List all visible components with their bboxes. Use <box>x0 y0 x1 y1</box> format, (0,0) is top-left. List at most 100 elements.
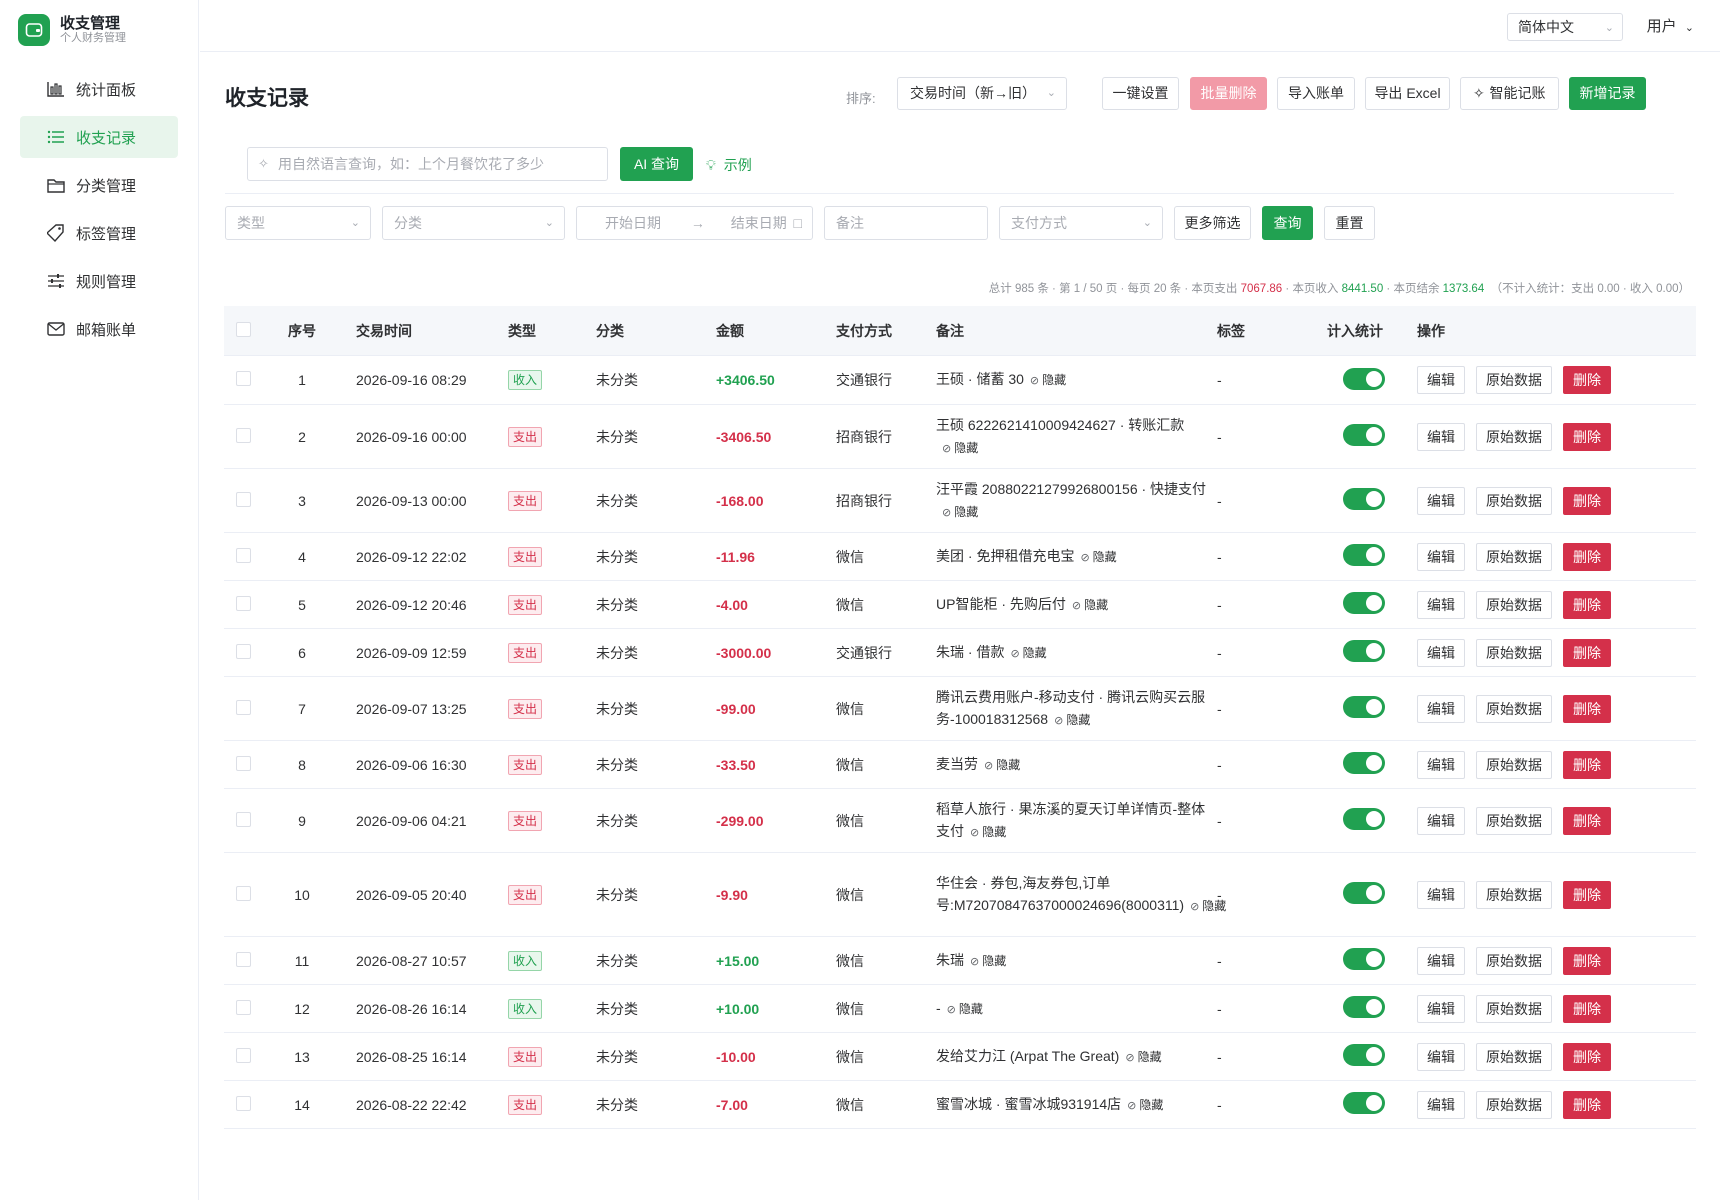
hide-toggle[interactable]: ⊘ 隐藏 <box>1125 1050 1161 1064</box>
delete-button[interactable]: 删除 <box>1563 750 1611 779</box>
category-filter-select[interactable]: 分类 ⌄ <box>382 206 565 240</box>
row-checkbox[interactable] <box>236 755 251 771</box>
raw-data-button[interactable]: 原始数据 <box>1476 1090 1552 1119</box>
include-stat-switch[interactable] <box>1343 424 1385 446</box>
row-checkbox[interactable] <box>236 951 251 967</box>
delete-button[interactable]: 删除 <box>1563 422 1611 451</box>
delete-button[interactable]: 删除 <box>1563 638 1611 667</box>
delete-button[interactable]: 删除 <box>1563 486 1611 515</box>
hide-toggle[interactable]: ⊘ 隐藏 <box>1072 598 1108 612</box>
example-link[interactable]: 💡︎ 示例 <box>706 155 752 175</box>
edit-button[interactable]: 编辑 <box>1417 1090 1465 1119</box>
ai-query-button[interactable]: AI 查询 <box>620 147 693 181</box>
include-stat-switch[interactable] <box>1343 996 1385 1018</box>
raw-data-button[interactable]: 原始数据 <box>1476 638 1552 667</box>
hide-toggle[interactable]: ⊘ 隐藏 <box>1030 373 1066 387</box>
include-stat-switch[interactable] <box>1343 592 1385 614</box>
edit-button[interactable]: 编辑 <box>1417 946 1465 975</box>
hide-toggle[interactable]: ⊘ 隐藏 <box>947 1002 983 1016</box>
include-stat-switch[interactable] <box>1343 640 1385 662</box>
edit-button[interactable]: 编辑 <box>1417 806 1465 835</box>
delete-button[interactable]: 删除 <box>1563 694 1611 723</box>
smart-bookkeeping-button[interactable]: ✧ 智能记账 <box>1460 77 1559 110</box>
delete-button[interactable]: 删除 <box>1563 1042 1611 1071</box>
include-stat-switch[interactable] <box>1343 544 1385 566</box>
export-excel-button[interactable]: 导出 Excel <box>1365 77 1450 110</box>
edit-button[interactable]: 编辑 <box>1417 880 1465 909</box>
hide-toggle[interactable]: ⊘ 隐藏 <box>1010 646 1046 660</box>
sidebar-item-categories[interactable]: 分类管理 <box>20 164 178 206</box>
hide-toggle[interactable]: ⊘ 隐藏 <box>970 825 1006 839</box>
date-range-picker[interactable]: 开始日期 → 结束日期 □ <box>576 206 813 240</box>
raw-data-button[interactable]: 原始数据 <box>1476 994 1552 1023</box>
hide-toggle[interactable]: ⊘ 隐藏 <box>942 505 978 519</box>
import-bill-button[interactable]: 导入账单 <box>1277 77 1355 110</box>
include-stat-switch[interactable] <box>1343 1092 1385 1114</box>
row-checkbox[interactable] <box>236 885 251 901</box>
row-checkbox[interactable] <box>236 427 251 443</box>
edit-button[interactable]: 编辑 <box>1417 994 1465 1023</box>
row-checkbox[interactable] <box>236 1095 251 1111</box>
include-stat-switch[interactable] <box>1343 1044 1385 1066</box>
edit-button[interactable]: 编辑 <box>1417 694 1465 723</box>
edit-button[interactable]: 编辑 <box>1417 366 1465 394</box>
row-checkbox[interactable] <box>236 1047 251 1063</box>
include-stat-switch[interactable] <box>1343 752 1385 774</box>
raw-data-button[interactable]: 原始数据 <box>1476 880 1552 909</box>
raw-data-button[interactable]: 原始数据 <box>1476 486 1552 515</box>
sidebar-item-tags[interactable]: 标签管理 <box>20 212 178 254</box>
add-record-button[interactable]: 新增记录 <box>1569 77 1646 110</box>
raw-data-button[interactable]: 原始数据 <box>1476 694 1552 723</box>
raw-data-button[interactable]: 原始数据 <box>1476 946 1552 975</box>
one-click-setup-button[interactable]: 一键设置 <box>1102 77 1179 110</box>
hide-toggle[interactable]: ⊘ 隐藏 <box>942 441 978 455</box>
raw-data-button[interactable]: 原始数据 <box>1476 750 1552 779</box>
row-checkbox[interactable] <box>236 699 251 715</box>
delete-button[interactable]: 删除 <box>1563 946 1611 975</box>
row-checkbox[interactable] <box>236 811 251 827</box>
more-filters-button[interactable]: 更多筛选 <box>1174 206 1251 240</box>
edit-button[interactable]: 编辑 <box>1417 1042 1465 1071</box>
select-all-checkbox[interactable] <box>236 321 251 337</box>
type-filter-select[interactable]: 类型 ⌄ <box>225 206 371 240</box>
row-checkbox[interactable] <box>236 547 251 563</box>
sort-select[interactable]: 交易时间（新→旧） ⌄ <box>897 77 1067 110</box>
raw-data-button[interactable]: 原始数据 <box>1476 806 1552 835</box>
note-filter-input[interactable]: 备注 <box>824 206 988 240</box>
edit-button[interactable]: 编辑 <box>1417 638 1465 667</box>
edit-button[interactable]: 编辑 <box>1417 590 1465 619</box>
delete-button[interactable]: 删除 <box>1563 806 1611 835</box>
hide-toggle[interactable]: ⊘ 隐藏 <box>1054 713 1090 727</box>
edit-button[interactable]: 编辑 <box>1417 750 1465 779</box>
language-select[interactable]: 简体中文 ⌄ <box>1507 13 1623 41</box>
include-stat-switch[interactable] <box>1343 808 1385 830</box>
edit-button[interactable]: 编辑 <box>1417 422 1465 451</box>
raw-data-button[interactable]: 原始数据 <box>1476 366 1552 394</box>
raw-data-button[interactable]: 原始数据 <box>1476 422 1552 451</box>
row-checkbox[interactable] <box>236 491 251 507</box>
edit-button[interactable]: 编辑 <box>1417 486 1465 515</box>
include-stat-switch[interactable] <box>1343 696 1385 718</box>
delete-button[interactable]: 删除 <box>1563 590 1611 619</box>
query-button[interactable]: 查询 <box>1262 206 1313 240</box>
delete-button[interactable]: 删除 <box>1563 366 1611 394</box>
user-menu[interactable]: 用户 ⌄ <box>1647 15 1694 36</box>
hide-toggle[interactable]: ⊘ 隐藏 <box>984 758 1020 772</box>
include-stat-switch[interactable] <box>1343 882 1385 904</box>
row-checkbox[interactable] <box>236 371 251 386</box>
batch-delete-button[interactable]: 批量删除 <box>1190 77 1267 110</box>
edit-button[interactable]: 编辑 <box>1417 542 1465 571</box>
row-checkbox[interactable] <box>236 643 251 659</box>
include-stat-switch[interactable] <box>1343 488 1385 510</box>
delete-button[interactable]: 删除 <box>1563 994 1611 1023</box>
raw-data-button[interactable]: 原始数据 <box>1476 590 1552 619</box>
payment-filter-select[interactable]: 支付方式 ⌄ <box>999 206 1163 240</box>
include-stat-switch[interactable] <box>1343 367 1385 390</box>
sidebar-item-dashboard[interactable]: 统计面板 <box>20 68 178 110</box>
hide-toggle[interactable]: ⊘ 隐藏 <box>970 954 1006 968</box>
sidebar-item-rules[interactable]: 规则管理 <box>20 260 178 302</box>
raw-data-button[interactable]: 原始数据 <box>1476 1042 1552 1071</box>
delete-button[interactable]: 删除 <box>1563 1090 1611 1119</box>
sidebar-item-mail[interactable]: 邮箱账单 <box>20 308 178 350</box>
hide-toggle[interactable]: ⊘ 隐藏 <box>1127 1098 1163 1112</box>
